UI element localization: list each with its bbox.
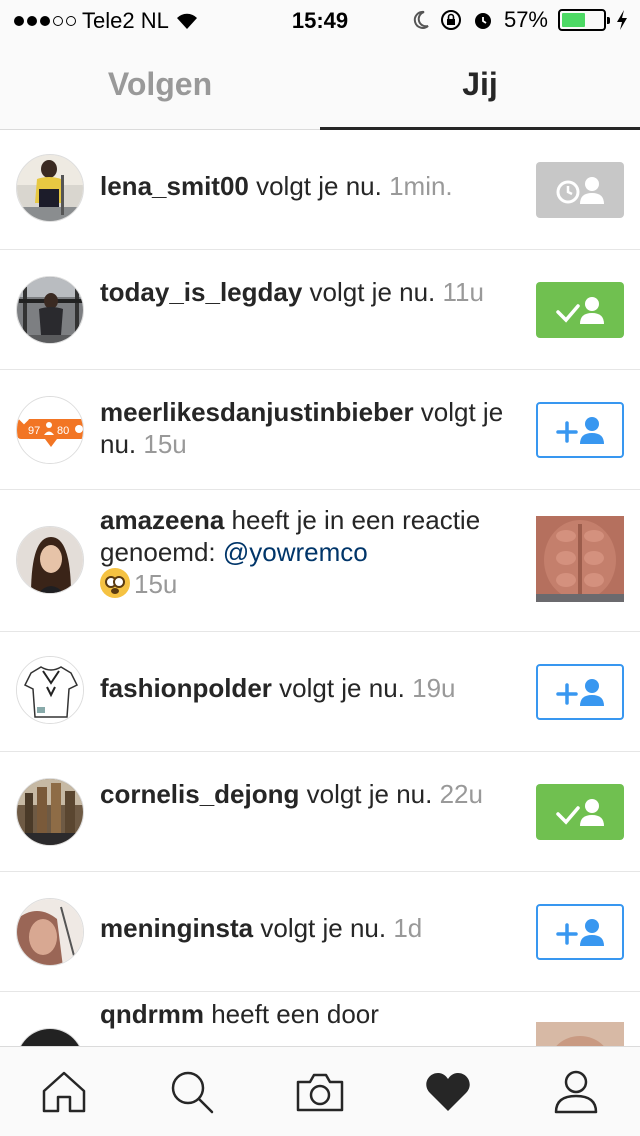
tab-activity[interactable]: [384, 1047, 512, 1136]
following-button[interactable]: [536, 282, 624, 338]
status-bar: Tele2 NL 15:49 57%: [0, 0, 640, 40]
home-icon: [42, 1071, 86, 1112]
username-link[interactable]: meninginsta: [100, 913, 253, 943]
notification-message: volgt je nu.: [271, 673, 413, 703]
list-item[interactable]: meninginsta volgt je nu. 1d: [0, 872, 640, 992]
notification-time: 19u: [412, 673, 456, 703]
notification-message: volgt je nu.: [299, 779, 440, 809]
battery-icon: [558, 9, 610, 31]
following-check-icon: [556, 297, 604, 324]
tab-volgen[interactable]: Volgen: [0, 40, 320, 129]
follow-button[interactable]: [536, 664, 624, 720]
username-link[interactable]: cornelis_dejong: [100, 779, 299, 809]
username-link[interactable]: amazeena: [100, 505, 224, 535]
notification-message: volgt je nu.: [248, 171, 390, 201]
following-button[interactable]: [536, 784, 624, 840]
add-user-icon: [556, 679, 604, 706]
notification-text: meninginsta volgt je nu. 1d: [100, 912, 520, 944]
tab-search[interactable]: [128, 1047, 256, 1136]
notification-text: today_is_legday volgt je nu. 11u: [100, 276, 520, 308]
avatar-badge-likes: 97: [28, 425, 40, 437]
post-thumbnail[interactable]: [536, 516, 624, 602]
username-link[interactable]: qndrmm: [100, 999, 204, 1029]
avatar[interactable]: [16, 276, 84, 344]
avatar[interactable]: [16, 1028, 84, 1046]
avatar[interactable]: [16, 778, 84, 846]
battery-percent: 57%: [503, 7, 548, 32]
notification-text: amazeena heeft je in een reactie genoemd…: [100, 504, 520, 600]
avatar[interactable]: 97 80: [16, 396, 84, 464]
profile-icon: [554, 1070, 598, 1113]
notification-text: fashionpolder volgt je nu. 19u: [100, 672, 520, 704]
list-item[interactable]: today_is_legday volgt je nu. 11u: [0, 250, 640, 370]
avatar[interactable]: [16, 526, 84, 594]
camera-icon: [296, 1073, 344, 1111]
pending-user-icon: [556, 177, 604, 204]
flushed-face-emoji-icon: [100, 568, 130, 598]
charging-icon: [617, 10, 627, 30]
tab-profile[interactable]: [512, 1047, 640, 1136]
post-thumbnail[interactable]: [536, 1022, 624, 1046]
notification-text: qndrmm heeft een door: [100, 998, 520, 1030]
list-item[interactable]: qndrmm heeft een door: [0, 992, 640, 1046]
notification-message: heeft een door: [204, 999, 379, 1029]
notification-time: 15u: [143, 429, 187, 459]
notification-text: cornelis_dejong volgt je nu. 22u: [100, 778, 520, 810]
tab-camera[interactable]: [256, 1047, 384, 1136]
tab-home[interactable]: [0, 1047, 128, 1136]
search-icon: [171, 1071, 214, 1113]
heart-icon: [426, 1072, 470, 1111]
moon-icon: [413, 10, 429, 29]
follow-button[interactable]: [536, 402, 624, 458]
avatar[interactable]: [16, 154, 84, 222]
mention-link[interactable]: @yowremco: [223, 537, 368, 567]
bottom-tab-bar: [0, 1046, 640, 1136]
username-link[interactable]: lena_smit00: [100, 171, 249, 201]
notification-time: 1d: [393, 913, 423, 943]
notification-time: 11u: [442, 277, 484, 307]
list-item[interactable]: amazeena heeft je in een reactie genoemd…: [0, 490, 640, 632]
notification-time: 22u: [439, 779, 483, 809]
status-right: 57%: [412, 7, 628, 33]
username-link[interactable]: today_is_legday: [100, 277, 302, 307]
avatar[interactable]: [16, 656, 84, 724]
rotation-lock-icon: [440, 10, 461, 30]
username-link[interactable]: meerlikesdanjustinbieber: [100, 397, 414, 427]
avatar[interactable]: [16, 898, 84, 966]
list-item[interactable]: lena_smit00 volgt je nu. 1min.: [0, 130, 640, 250]
activity-tabs: Volgen Jij: [0, 40, 640, 130]
list-item[interactable]: cornelis_dejong volgt je nu. 22u: [0, 752, 640, 872]
notification-text: meerlikesdanjustinbieber volgt je nu. 15…: [100, 396, 520, 460]
list-item[interactable]: fashionpolder volgt je nu. 19u: [0, 632, 640, 752]
notification-text: lena_smit00 volgt je nu. 1min.: [100, 170, 520, 202]
avatar-badge-followers: 80: [57, 425, 69, 437]
list-item[interactable]: 97 80 meerlikesdanjustinbieber volgt je …: [0, 370, 640, 490]
notification-time: 15u: [134, 569, 178, 599]
notification-message: volgt je nu.: [302, 277, 443, 307]
alarm-icon: [474, 13, 491, 29]
notification-time: 1min.: [389, 171, 453, 201]
follow-button[interactable]: [536, 904, 624, 960]
add-user-icon: [556, 417, 604, 444]
tab-jij[interactable]: Jij: [320, 40, 640, 130]
notification-message: volgt je nu.: [253, 913, 394, 943]
requested-button[interactable]: [536, 162, 624, 218]
notification-list: lena_smit00 volgt je nu. 1min. today_is_…: [0, 130, 640, 1046]
add-user-icon: [556, 919, 604, 946]
following-check-icon: [556, 799, 604, 826]
username-link[interactable]: fashionpolder: [100, 673, 272, 703]
